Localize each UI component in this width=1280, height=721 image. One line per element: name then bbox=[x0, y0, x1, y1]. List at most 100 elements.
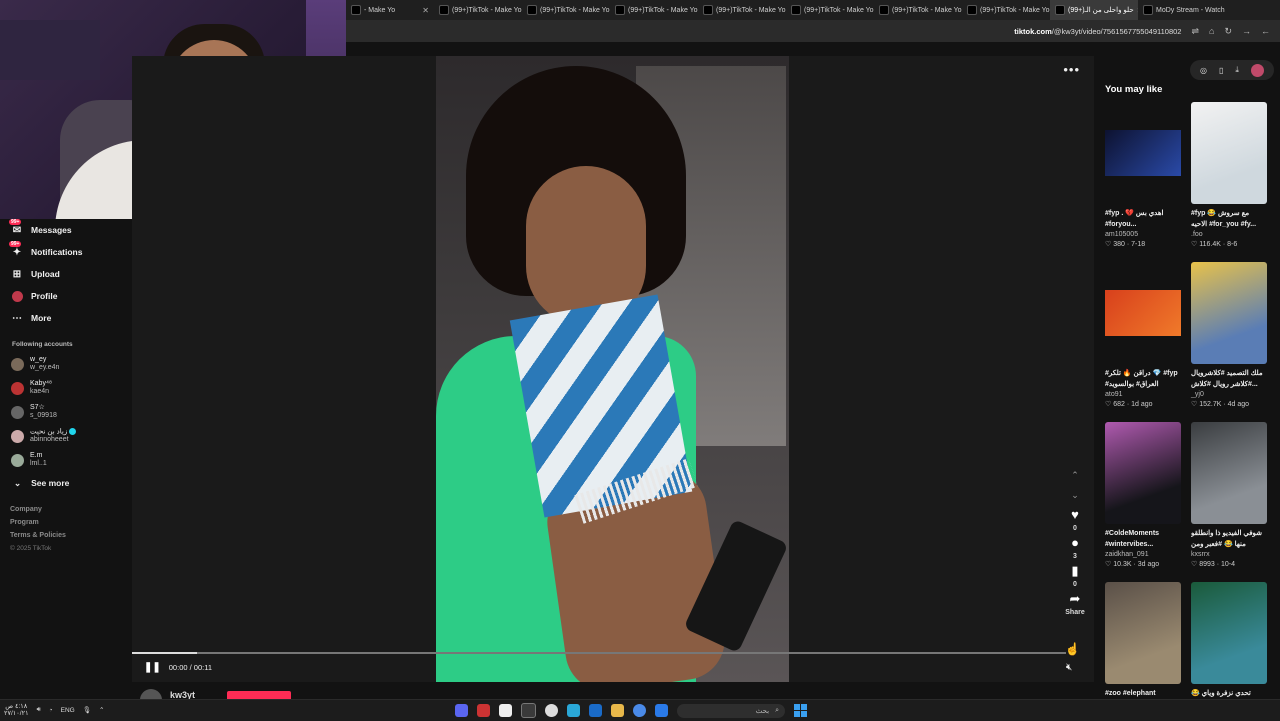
previous-video-icon[interactable]: ⌃ bbox=[1071, 468, 1079, 482]
browser-tab[interactable]: (99+)TikTok - Make Yo✕ bbox=[874, 0, 962, 20]
notepad-app-icon[interactable] bbox=[499, 704, 512, 717]
avatar bbox=[11, 429, 24, 443]
file-explorer-icon[interactable] bbox=[611, 704, 624, 717]
video-thumbnail[interactable] bbox=[1191, 422, 1267, 524]
clock[interactable]: ٤:١٨ ص ٢٧/١٠/٢١ bbox=[4, 703, 29, 717]
recommended-video-card[interactable]: 😂 تحدي نزفرة وياي bbox=[1191, 582, 1267, 699]
discord-app-icon[interactable] bbox=[455, 704, 468, 717]
home-icon[interactable]: ⌂ bbox=[1209, 26, 1214, 36]
recommended-video-card[interactable]: #ColdeMoments #wintervibes... zaidkhan_09… bbox=[1105, 422, 1181, 576]
progress-bar[interactable] bbox=[132, 652, 1066, 654]
following-account[interactable]: زياد بن نحيت abinnoheeet bbox=[0, 424, 132, 448]
save-button[interactable]: ▮ 0 bbox=[1071, 564, 1078, 589]
footer-link-company[interactable]: Company bbox=[10, 506, 132, 519]
obs-app-icon[interactable] bbox=[545, 704, 558, 717]
profile-avatar[interactable] bbox=[1250, 63, 1264, 77]
video-author[interactable]: .foo bbox=[1191, 230, 1267, 240]
footer-link-terms[interactable]: Terms & Policies bbox=[10, 532, 132, 545]
recommended-video-card[interactable]: #fyp 😂 مع سروش الاحيه #for_you #fy... .fo… bbox=[1191, 102, 1267, 256]
terminal-app-icon[interactable] bbox=[521, 703, 536, 718]
pause-icon[interactable]: ❚❚ bbox=[144, 662, 161, 673]
language-indicator[interactable]: ENG bbox=[61, 707, 75, 714]
mute-icon[interactable]: 🔇︎ bbox=[1066, 662, 1072, 673]
browser-tab[interactable]: (99+)TikTok - Make Yo✕ bbox=[962, 0, 1050, 20]
recommended-video-card[interactable]: #fyp . 💔 اهدي بس #foryou... am105005 ♡ 380… bbox=[1105, 102, 1181, 256]
back-icon[interactable]: ← bbox=[1261, 26, 1270, 36]
video-author[interactable]: ato91 bbox=[1105, 390, 1181, 400]
author-avatar[interactable] bbox=[140, 689, 162, 699]
address-field[interactable]: tiktok.com/@kw3yt/video/7561567755049110… bbox=[1014, 27, 1181, 36]
copilot-app-icon[interactable] bbox=[655, 704, 668, 717]
video-player[interactable]: ••• ⌃ ⌄ ♥ 0 ● 3 ▮ 0 ➦ Share ❚❚ 00:00 / 0… bbox=[132, 56, 1094, 682]
like-button[interactable]: ♥ 0 bbox=[1071, 508, 1079, 533]
tune-icon[interactable]: ⇌ bbox=[1191, 26, 1199, 37]
video-thumbnail[interactable] bbox=[1105, 262, 1181, 364]
video-thumbnail[interactable] bbox=[1191, 102, 1267, 204]
browser-tab[interactable]: (99+)TikTok - Make Yo✕ bbox=[610, 0, 698, 20]
following-account[interactable]: S7☆ s_09918 bbox=[0, 400, 132, 424]
forward-icon[interactable]: → bbox=[1242, 26, 1251, 36]
video-caption[interactable]: #zoo #elephant bbox=[1105, 688, 1181, 699]
video-caption[interactable]: #fyp . 💔 اهدي بس #foryou... bbox=[1105, 208, 1181, 230]
chevron-up-icon[interactable]: ⌃ bbox=[99, 706, 104, 714]
video-thumbnail[interactable] bbox=[1105, 582, 1181, 684]
compass-icon[interactable]: ◎ bbox=[1200, 66, 1207, 75]
video-caption[interactable]: 😂 تحدي نزفرة وياي bbox=[1191, 688, 1267, 699]
outlook-app-icon[interactable] bbox=[589, 704, 602, 717]
browser-tab[interactable]: (99+)TikTok - Make Yo✕ bbox=[698, 0, 786, 20]
browser-tab[interactable]: MoDy Stream - Watch✕ bbox=[1138, 0, 1226, 20]
browser-tab[interactable]: (99+)TikTok - Make Yo✕ bbox=[786, 0, 874, 20]
close-icon[interactable]: ✕ bbox=[422, 6, 429, 15]
more-options-icon[interactable]: ••• bbox=[1063, 62, 1080, 77]
see-more-button[interactable]: ⌄ See more bbox=[0, 474, 132, 492]
comment-button[interactable]: ● 3 bbox=[1071, 536, 1079, 561]
taskbar-search[interactable]: بحث ⌕ bbox=[677, 703, 785, 718]
following-account[interactable]: w_ey w_ey.e4n bbox=[0, 352, 132, 376]
sidebar-item-more[interactable]: ⋯ More bbox=[0, 307, 132, 329]
recommended-video-card[interactable]: #دراقن 🔥 تلكر 💎 #fyp #العراق# بوالسويد at… bbox=[1105, 262, 1181, 416]
next-video-icon[interactable]: ⌄ bbox=[1071, 488, 1079, 502]
video-thumbnail[interactable] bbox=[1191, 262, 1267, 364]
sidebar-item-notifications[interactable]: ✦ 99+ Notifications bbox=[0, 241, 132, 263]
recommended-video-card[interactable]: #zoo #elephant bbox=[1105, 582, 1181, 699]
following-account[interactable]: E.m lml..1 bbox=[0, 448, 132, 472]
video-caption[interactable]: ملك التصميد #كلاشرويال #كلاشر رويال #كلا… bbox=[1191, 368, 1267, 390]
video-caption[interactable]: شوفي الفيديو ذا وانطلقو منها 😂 #فعبر ومن… bbox=[1191, 528, 1267, 550]
author-name[interactable]: kw3yt bbox=[170, 690, 195, 699]
video-thumbnail[interactable] bbox=[1105, 422, 1181, 524]
follow-button[interactable] bbox=[227, 691, 291, 699]
browser-tab[interactable]: (99+)TikTok - Make Yo✕ bbox=[434, 0, 522, 20]
mic-icon[interactable]: 🎙︎ bbox=[83, 706, 91, 714]
browser-tab[interactable]: (99+)حلو واحلى من الـ✕ bbox=[1050, 0, 1138, 20]
video-caption[interactable]: #fyp 😂 مع سروش الاحيه #for_you #fy... bbox=[1191, 208, 1267, 230]
browser-tab[interactable]: - Make Yo ✕ bbox=[346, 0, 434, 20]
recommended-video-card[interactable]: شوفي الفيديو ذا وانطلقو منها 😂 #فعبر ومن… bbox=[1191, 422, 1267, 576]
video-frame[interactable] bbox=[436, 56, 789, 682]
sidebar-item-profile[interactable]: Profile bbox=[0, 285, 132, 307]
sidebar-item-messages[interactable]: ✉ 99+ Messages bbox=[0, 219, 132, 241]
browser-url-bar[interactable]: tiktok.com/@kw3yt/video/7561567755049110… bbox=[346, 20, 1280, 42]
video-author[interactable]: _yj0 bbox=[1191, 390, 1267, 400]
share-button[interactable]: ➦ Share bbox=[1065, 592, 1084, 617]
following-account[interactable]: Kaby⁴⁸ kae4n bbox=[0, 376, 132, 400]
chrome-app-icon[interactable] bbox=[633, 704, 646, 717]
video-caption[interactable]: #دراقن 🔥 تلكر 💎 #fyp #العراق# بوالسويد bbox=[1105, 368, 1181, 390]
video-author[interactable]: zaidkhan_091 bbox=[1105, 550, 1181, 560]
browser-tab[interactable]: (99+)TikTok - Make Yo✕ bbox=[522, 0, 610, 20]
wifi-icon[interactable]: ◔ bbox=[49, 707, 53, 714]
device-icon[interactable]: ▯ bbox=[1219, 66, 1223, 75]
start-icon[interactable] bbox=[794, 704, 807, 717]
video-author[interactable]: kxsrrx bbox=[1191, 550, 1267, 560]
download-icon[interactable]: ⤓ bbox=[1235, 65, 1239, 75]
video-thumbnail[interactable] bbox=[1191, 582, 1267, 684]
video-author[interactable]: am105005 bbox=[1105, 230, 1181, 240]
reload-icon[interactable]: ↻ bbox=[1224, 26, 1232, 37]
sidebar-item-upload[interactable]: ⊞ Upload bbox=[0, 263, 132, 285]
footer-link-program[interactable]: Program bbox=[10, 519, 132, 532]
video-thumbnail[interactable] bbox=[1105, 102, 1181, 204]
volume-icon[interactable]: 🔊︎ bbox=[37, 706, 41, 714]
photos-app-icon[interactable] bbox=[567, 704, 580, 717]
app-icon[interactable] bbox=[477, 704, 490, 717]
video-caption[interactable]: #ColdeMoments #wintervibes... bbox=[1105, 528, 1181, 550]
recommended-video-card[interactable]: ملك التصميد #كلاشرويال #كلاشر رويال #كلا… bbox=[1191, 262, 1267, 416]
